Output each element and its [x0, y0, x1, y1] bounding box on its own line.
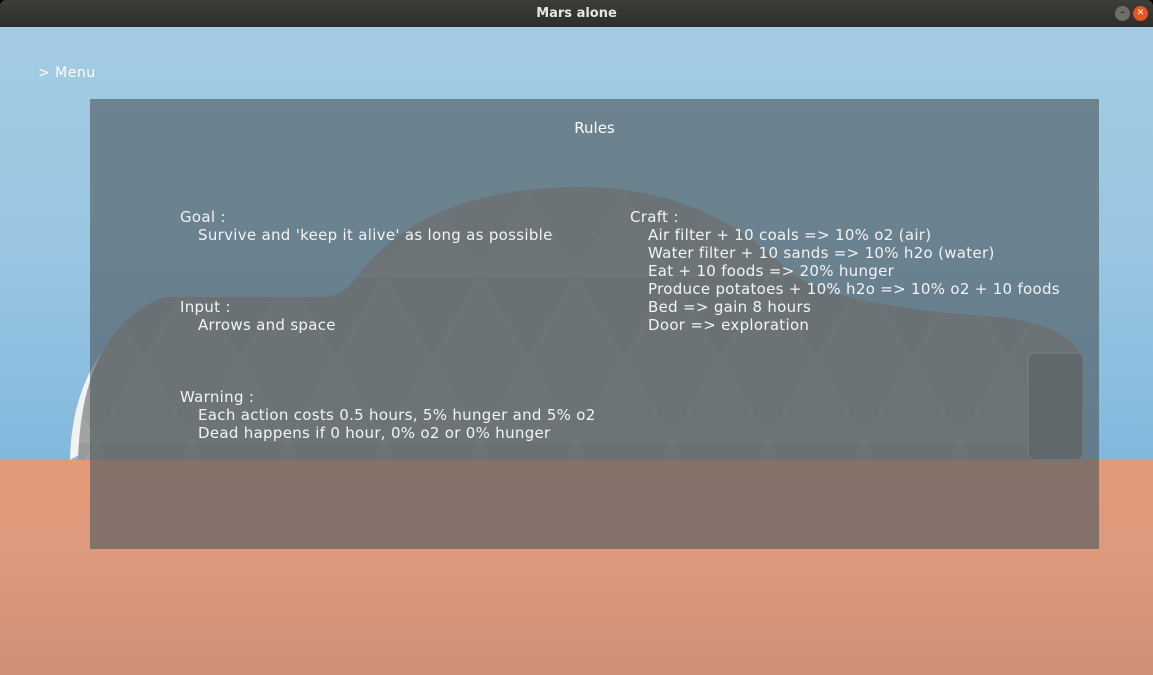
craft-line: Bed => gain 8 hours: [648, 298, 812, 316]
minimize-icon[interactable]: –: [1115, 6, 1130, 21]
rules-panel: Rules Goal : Survive and 'keep it alive'…: [90, 99, 1099, 549]
goal-heading: Goal :: [180, 208, 226, 226]
window-titlebar[interactable]: Mars alone – ✕: [0, 0, 1153, 27]
warning-line: Dead happens if 0 hour, 0% o2 or 0% hung…: [198, 424, 551, 442]
input-section: Input : Arrows and space: [180, 298, 336, 334]
craft-heading: Craft :: [630, 208, 679, 226]
craft-line: Water filter + 10 sands => 10% h2o (wate…: [648, 244, 995, 262]
craft-section: Craft : Air filter + 10 coals => 10% o2 …: [630, 208, 1060, 334]
craft-line: Door => exploration: [648, 316, 810, 334]
input-heading: Input :: [180, 298, 231, 316]
goal-line: Survive and 'keep it alive' as long as p…: [198, 226, 553, 244]
goal-section: Goal : Survive and 'keep it alive' as lo…: [180, 208, 553, 244]
craft-line: Air filter + 10 coals => 10% o2 (air): [648, 226, 932, 244]
craft-line: Produce potatoes + 10% h2o => 10% o2 + 1…: [648, 280, 1060, 298]
close-icon[interactable]: ✕: [1133, 6, 1148, 21]
menu-button[interactable]: > Menu: [38, 65, 96, 81]
game-scene: > Menu Rules Goal : Survive and 'keep it…: [0, 27, 1153, 675]
craft-line: Eat + 10 foods => 20% hunger: [648, 262, 895, 280]
warning-heading: Warning :: [180, 388, 255, 406]
input-line: Arrows and space: [198, 316, 336, 334]
rules-title: Rules: [574, 119, 615, 137]
warning-line: Each action costs 0.5 hours, 5% hunger a…: [198, 406, 596, 424]
window-title: Mars alone: [536, 6, 617, 21]
warning-section: Warning : Each action costs 0.5 hours, 5…: [180, 388, 596, 442]
